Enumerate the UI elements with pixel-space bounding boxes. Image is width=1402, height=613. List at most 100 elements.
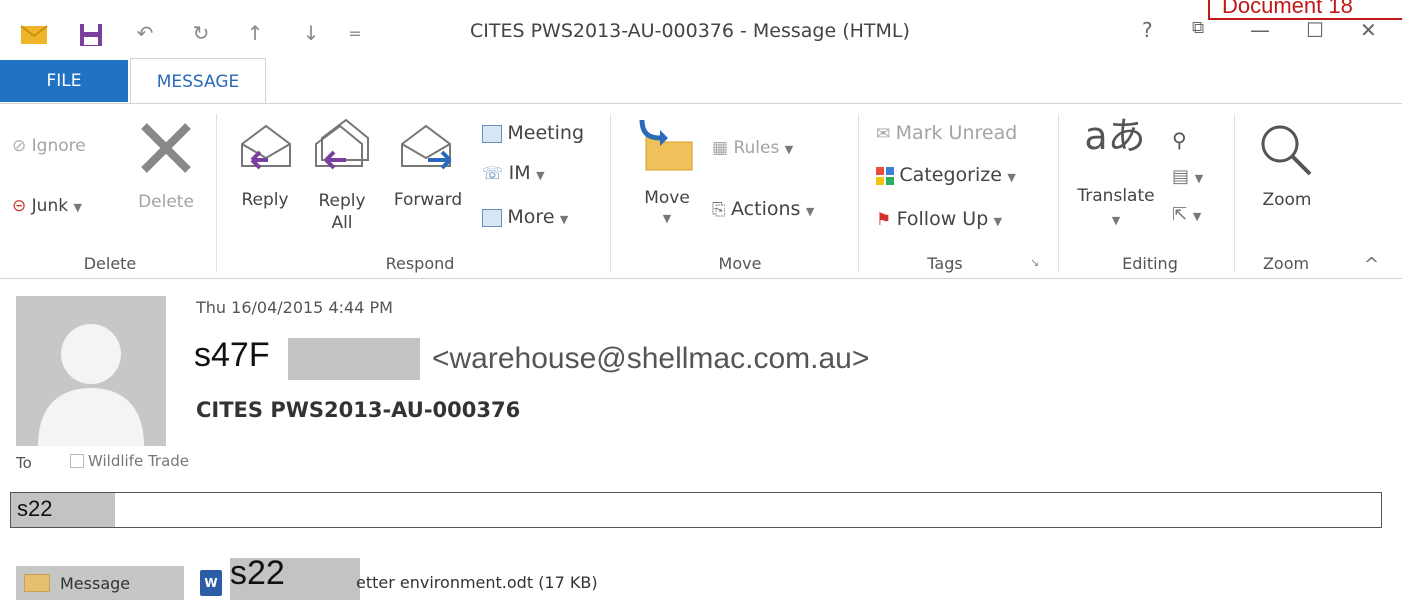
reply-all-button[interactable]: Reply All <box>310 190 374 234</box>
group-separator <box>1058 114 1059 272</box>
tags-dialog-launcher-icon[interactable]: ↘ <box>1030 256 1039 269</box>
follow-up-button[interactable]: ⚑ Follow Up ▼ <box>876 208 1002 230</box>
mark-unread-button[interactable]: ✉ Mark Unread <box>876 122 1017 144</box>
categorize-icon <box>876 167 894 185</box>
recipient-checkbox-icon <box>70 454 84 468</box>
junk-button[interactable]: ⊝ Junk ▼ <box>12 196 82 216</box>
delete-icon <box>141 123 191 173</box>
maximize-button[interactable]: ☐ <box>1306 18 1324 42</box>
move-folder-icon <box>639 119 693 171</box>
window-title: CITES PWS2013-AU-000376 - Message (HTML) <box>470 20 910 42</box>
categorize-button[interactable]: Categorize ▼ <box>876 164 1016 186</box>
find-icon[interactable]: ⚲ <box>1172 128 1187 152</box>
tab-message[interactable]: MESSAGE <box>130 58 266 104</box>
chevron-down-icon: ▼ <box>993 215 1003 228</box>
group-label-zoom: Zoom <box>1262 254 1310 273</box>
tab-file[interactable]: FILE <box>0 60 128 102</box>
magnifier-icon <box>1261 125 1312 176</box>
to-recipient-label: Wildlife Trade <box>88 452 190 470</box>
follow-up-label: Follow Up <box>896 208 989 230</box>
categorize-label: Categorize <box>899 164 1002 186</box>
actions-icon: ⎘ <box>712 200 726 220</box>
junk-label: Junk <box>31 196 69 216</box>
next-item-icon[interactable]: ↓ <box>296 20 326 46</box>
help-button[interactable]: ? <box>1142 18 1153 42</box>
red-flag-icon: ⚑ <box>876 210 892 230</box>
meeting-icon <box>482 125 502 143</box>
rules-label: Rules <box>733 138 780 158</box>
im-button[interactable]: ☏ IM ▼ <box>482 162 545 184</box>
envelope-icon <box>24 574 50 592</box>
reply-button[interactable]: Reply <box>234 190 296 210</box>
cc-value: s22 <box>17 496 53 521</box>
group-separator <box>1234 114 1235 272</box>
chevron-down-icon: ▼ <box>536 169 545 182</box>
forward-button[interactable]: Forward <box>386 190 470 210</box>
message-date: Thu 16/04/2015 4:44 PM <box>196 298 393 317</box>
group-label-editing: Editing <box>1122 254 1178 273</box>
customize-toolbar-icon[interactable]: = <box>340 20 370 46</box>
title-bar: ↶ ↻ ↑ ↓ = CITES PWS2013-AU-000376 - Mess… <box>0 0 1402 58</box>
ignore-icon: ⊘ <box>12 136 27 156</box>
more-label: More <box>507 206 555 228</box>
translate-button[interactable]: Translate ▼ <box>1068 186 1164 227</box>
sender-redaction-box <box>288 338 420 380</box>
chevron-down-icon: ▼ <box>559 213 569 226</box>
rules-icon: ▦ <box>712 138 729 158</box>
message-attachment-chip[interactable]: Message <box>16 566 184 600</box>
reply-all-label-line2: All <box>331 213 353 233</box>
message-subject: CITES PWS2013-AU-000376 <box>196 398 521 422</box>
attachment-filename[interactable]: etter environment.odt (17 KB) <box>356 573 598 592</box>
chevron-down-icon: ▼ <box>805 205 815 218</box>
junk-icon: ⊝ <box>12 196 27 216</box>
attachment-redaction-text: s22 <box>230 554 285 592</box>
related-icon[interactable]: ▤ ▼ <box>1172 166 1203 187</box>
im-icon: ☏ <box>482 164 504 184</box>
undo-icon[interactable]: ↶ <box>130 20 160 46</box>
chevron-down-icon: ▼ <box>662 212 672 225</box>
im-label: IM <box>508 162 531 184</box>
ignore-button[interactable]: ⊘ Ignore <box>12 136 86 156</box>
forward-icon <box>401 124 452 170</box>
actions-button[interactable]: ⎘ Actions ▼ <box>712 198 814 220</box>
previous-item-icon[interactable]: ↑ <box>240 20 270 46</box>
delete-button[interactable]: Delete <box>136 192 196 212</box>
reply-all-icon <box>315 118 369 170</box>
chevron-down-icon: ▼ <box>784 143 794 156</box>
outlook-envelope-icon <box>20 25 48 44</box>
save-icon[interactable] <box>78 22 104 48</box>
move-label: Move <box>644 188 690 208</box>
ignore-label: Ignore <box>31 136 86 156</box>
word-document-icon: W <box>200 570 222 596</box>
mark-unread-icon: ✉ <box>876 124 891 144</box>
more-button[interactable]: More ▼ <box>482 206 568 228</box>
reply-all-label-line1: Reply <box>318 191 366 211</box>
close-button[interactable]: ✕ <box>1360 18 1377 42</box>
more-icon <box>482 209 502 227</box>
redo-icon[interactable]: ↻ <box>186 20 216 46</box>
chevron-down-icon: ▼ <box>1111 214 1121 227</box>
sender-email[interactable]: <warehouse@shellmac.com.au> <box>432 342 869 376</box>
meeting-label: Meeting <box>507 122 585 144</box>
chevron-down-icon: ▼ <box>73 201 82 214</box>
ribbon-display-options-button[interactable]: ⧉ <box>1192 18 1204 38</box>
reply-icon <box>241 124 291 170</box>
group-label-move: Move <box>718 254 762 273</box>
zoom-button[interactable]: Zoom <box>1254 190 1320 210</box>
group-label-delete: Delete <box>83 254 137 273</box>
to-recipient[interactable]: Wildlife Trade <box>70 452 189 470</box>
minimize-button[interactable]: — <box>1250 18 1270 42</box>
move-button[interactable]: Move ▼ <box>634 188 700 225</box>
select-icon[interactable]: ⇱ ▼ <box>1172 204 1201 225</box>
collapse-ribbon-button[interactable]: ^ <box>1364 254 1379 275</box>
group-separator <box>858 114 859 272</box>
recipient-field[interactable]: s22 <box>10 492 1382 528</box>
avatar <box>16 296 166 446</box>
translate-label: Translate <box>1077 186 1155 206</box>
rules-button[interactable]: ▦ Rules ▼ <box>712 138 793 158</box>
meeting-button[interactable]: Meeting <box>482 122 584 144</box>
group-label-tags: Tags <box>927 254 963 273</box>
to-label: To <box>16 454 32 472</box>
group-separator <box>610 114 611 272</box>
message-attachment-label: Message <box>60 573 131 593</box>
